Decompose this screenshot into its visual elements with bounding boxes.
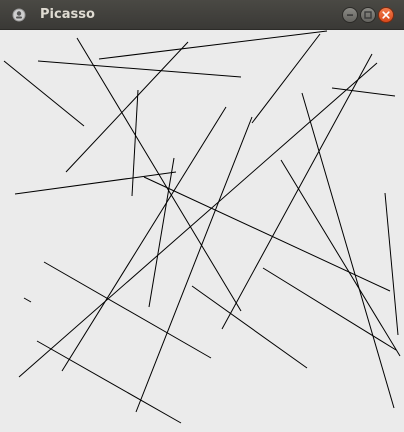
minimize-icon — [347, 14, 353, 16]
drawn-line — [98, 30, 328, 60]
drawn-line — [262, 267, 397, 351]
close-icon — [382, 11, 390, 19]
drawn-line — [61, 106, 227, 372]
random-lines-drawing — [3, 30, 401, 424]
picasso-window: Picasso — [0, 0, 404, 432]
drawn-line — [65, 41, 189, 173]
drawn-line — [43, 261, 212, 359]
window-title: Picasso — [40, 7, 95, 22]
drawn-line — [143, 176, 391, 292]
drawn-line — [3, 60, 85, 127]
drawn-line — [191, 285, 308, 369]
minimize-button[interactable] — [342, 7, 358, 23]
app-icon — [12, 8, 26, 22]
drawn-line — [280, 159, 401, 357]
window-titlebar[interactable]: Picasso — [0, 0, 404, 30]
drawn-line — [251, 33, 321, 124]
close-button[interactable] — [378, 7, 394, 23]
drawn-line — [18, 62, 378, 378]
drawn-line — [221, 53, 373, 330]
maximize-icon — [364, 11, 372, 19]
drawn-line — [135, 116, 253, 413]
drawn-line — [37, 60, 242, 78]
drawn-line — [14, 171, 177, 195]
drawn-line — [148, 157, 175, 308]
drawn-line — [23, 297, 32, 303]
drawn-line — [384, 192, 399, 336]
drawing-canvas[interactable] — [0, 30, 404, 432]
drawn-line — [131, 89, 139, 197]
maximize-button[interactable] — [360, 7, 376, 23]
drawn-line — [301, 92, 395, 409]
